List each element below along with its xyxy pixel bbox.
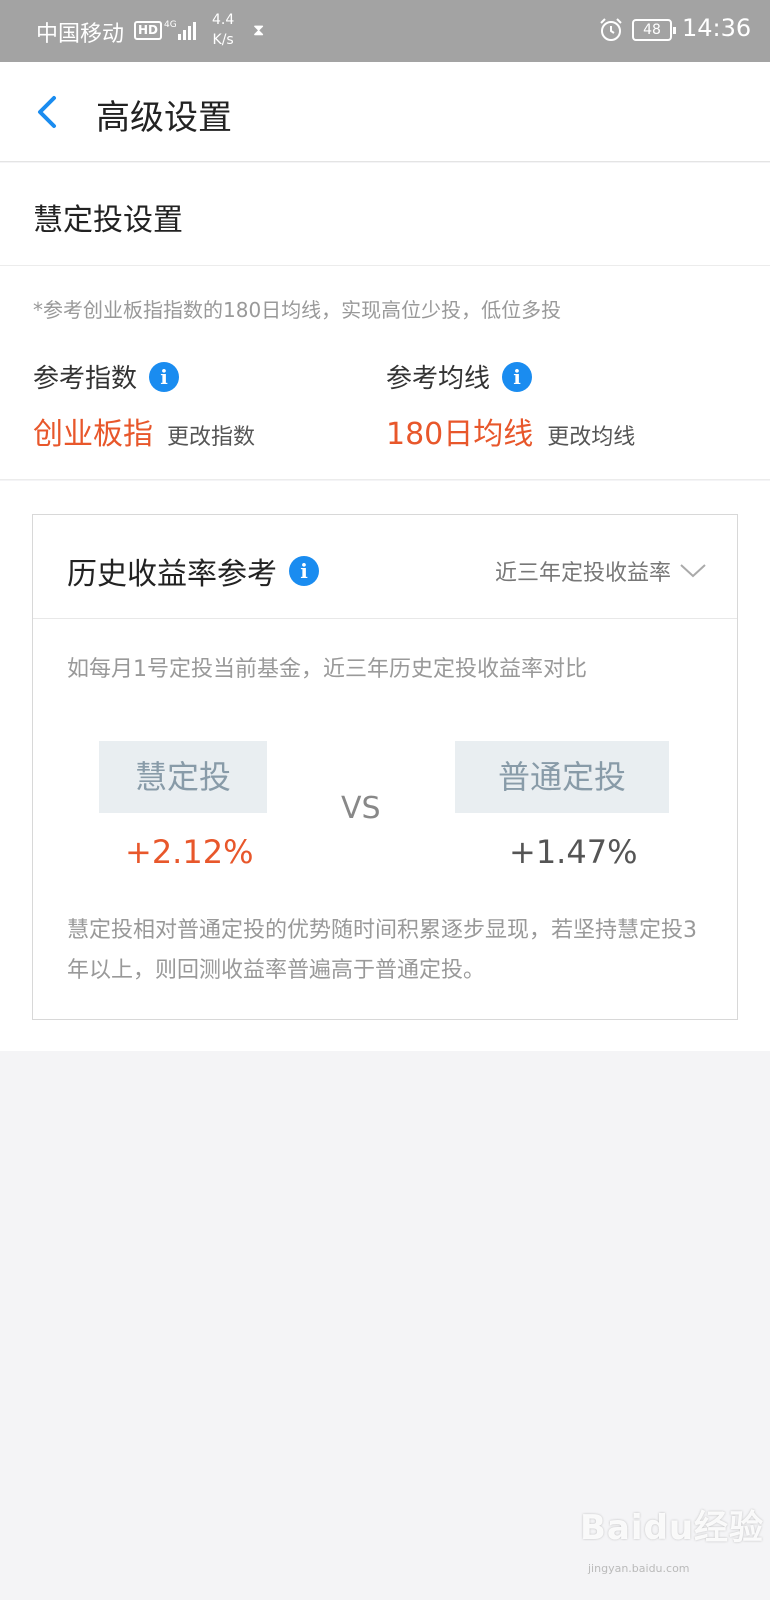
regular-plan-badge: 普通定投 <box>455 741 669 813</box>
status-bar: 中国移动 HD 4G 4.4 K/s ⧗ 48 14:36 <box>0 0 770 62</box>
battery-icon: 48 <box>632 19 676 41</box>
regular-plan-rate: +1.47% <box>509 833 638 871</box>
4g-signal-icon: 4G <box>164 20 196 40</box>
hourglass-icon: ⧗ <box>253 20 265 39</box>
info-icon[interactable]: i <box>149 361 180 392</box>
vs-label: VS <box>341 791 381 826</box>
card-footnote: 慧定投相对普通定投的优势随时间积累逐步显现，若坚持慧定投3年以上，则回测收益率普… <box>67 918 697 983</box>
change-ma-link[interactable]: 更改均线 <box>547 419 635 451</box>
section-header: 慧定投设置 <box>0 163 770 266</box>
network-speed-value: 4.4 <box>212 12 235 28</box>
smart-plan-rate: +2.12% <box>125 833 254 871</box>
chevron-left-icon[interactable] <box>30 90 70 134</box>
carrier-name: 中国移动 <box>36 22 125 47</box>
alarm-icon <box>600 18 622 41</box>
page-title: 高级设置 <box>96 98 232 138</box>
reference-ma-value: 180日均线 <box>386 417 534 452</box>
reference-index-label: 参考指数 <box>33 364 138 394</box>
card-header: 历史收益率参考 i 近三年定投收益率 <box>33 515 737 619</box>
card-title: 历史收益率参考 <box>67 557 277 592</box>
nav-bar: 高级设置 <box>0 62 770 162</box>
change-index-link[interactable]: 更改指数 <box>167 419 255 451</box>
info-icon[interactable]: i <box>289 556 319 586</box>
reference-index-block: 参考指数 i 创业板指 更改指数 <box>33 358 255 453</box>
info-icon[interactable]: i <box>502 361 533 392</box>
watermark-url: jingyan.baidu.com <box>588 1562 690 1575</box>
period-selector[interactable]: 近三年定投收益率 <box>495 555 707 587</box>
hd-badge: HD <box>134 21 163 40</box>
clock-time: 14:36 <box>682 14 752 42</box>
baidu-watermark: Baidu经验 <box>580 1508 765 1548</box>
period-selector-label: 近三年定投收益率 <box>494 561 671 586</box>
section-title: 慧定投设置 <box>33 203 183 238</box>
index-settings-panel: *参考创业板指指数的180日均线，实现高位少投，低位多投 参考指数 i 创业板指… <box>0 266 770 480</box>
network-speed-unit: K/s <box>212 32 234 48</box>
reference-ma-label: 参考均线 <box>386 364 491 394</box>
card-description: 如每月1号定投当前基金，近三年历史定投收益率对比 <box>67 657 587 682</box>
svg-text:4G: 4G <box>164 20 177 30</box>
reference-index-value: 创业板指 <box>33 417 153 452</box>
index-hint-text: *参考创业板指指数的180日均线，实现高位少投，低位多投 <box>33 298 562 322</box>
reference-ma-block: 参考均线 i 180日均线 更改均线 <box>386 358 635 453</box>
smart-plan-badge: 慧定投 <box>99 741 267 813</box>
chevron-down-icon <box>680 564 706 578</box>
history-return-card: 历史收益率参考 i 近三年定投收益率 如每月1号定投当前基金，近三年历史定投收益… <box>32 514 738 1020</box>
network-speed: 4.4 K/s <box>212 10 234 50</box>
